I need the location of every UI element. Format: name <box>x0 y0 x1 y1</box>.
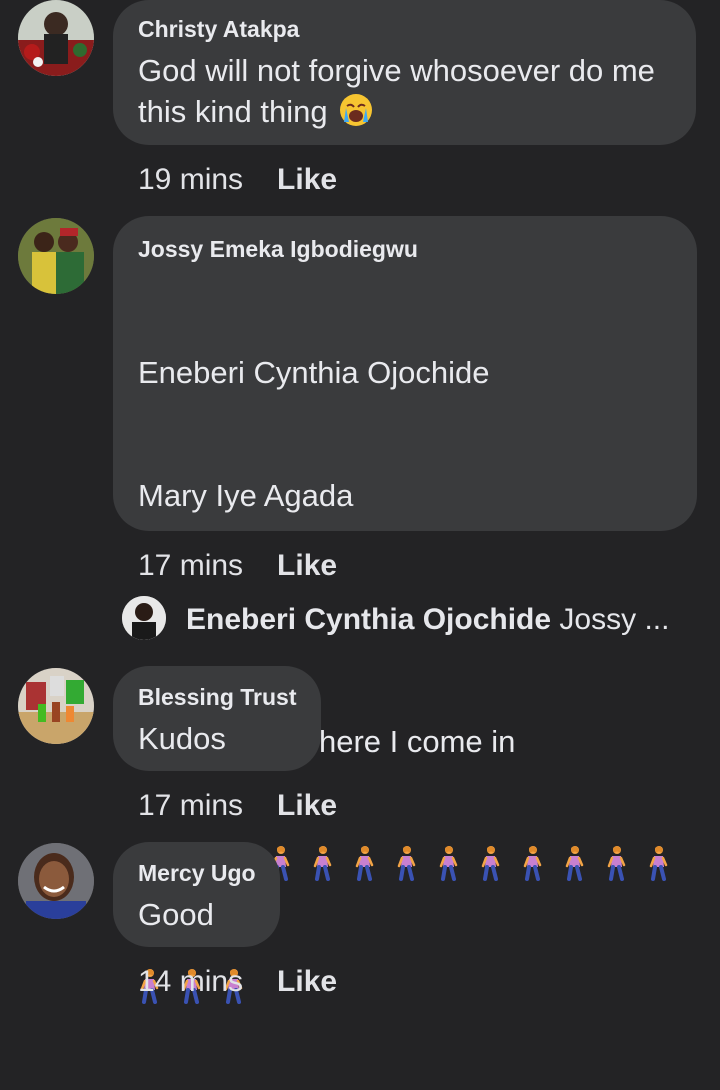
reply-author: Eneberi Cynthia Ojochide <box>186 603 552 636</box>
woman-walking-icon <box>605 845 627 881</box>
woman-walking-icon <box>521 845 543 881</box>
woman-walking-icon <box>395 845 417 881</box>
comment-text: Kudos <box>138 721 226 756</box>
comment-christy-atakpa: Christy Atakpa God will not forgive whos… <box>0 0 720 200</box>
comment-bubble: Mercy Ugo Good <box>113 842 280 947</box>
comment-author[interactable]: Jossy Emeka Igbodiegwu <box>138 234 671 264</box>
woman-walking-icon <box>563 845 585 881</box>
woman-walking-icon <box>647 845 669 881</box>
comment-meta: 14 mins Like <box>138 964 337 1000</box>
like-button[interactable]: Like <box>277 549 337 582</box>
comment-text-line[interactable]: Mary Iye Agada <box>138 475 671 516</box>
avatar[interactable] <box>18 0 94 76</box>
avatar[interactable] <box>18 843 94 919</box>
comment-author[interactable]: Mercy Ugo <box>138 858 256 888</box>
comment-author[interactable]: Christy Atakpa <box>138 14 670 44</box>
comment-time[interactable]: 19 mins <box>138 163 243 196</box>
comment-text-content: God will not forgive whosoever do me thi… <box>138 53 664 129</box>
crying-face-icon <box>338 92 374 128</box>
avatar <box>122 596 166 640</box>
avatar[interactable] <box>18 218 94 294</box>
reply-text: Eneberi Cynthia Ojochide Jossy ... <box>186 602 669 638</box>
comment-text: God will not forgive whosoever do me thi… <box>138 50 670 132</box>
woman-walking-icon <box>437 845 459 881</box>
comment-bubble: Jossy Emeka Igbodiegwu Eneberi Cynthia O… <box>113 216 697 1004</box>
comment-time[interactable]: 17 mins <box>138 789 243 822</box>
comment-meta: 17 mins Like <box>138 548 337 584</box>
like-button[interactable]: Like <box>277 163 337 196</box>
comment-text-line[interactable]: Eneberi Cynthia Ojochide <box>138 352 671 393</box>
comment-author[interactable]: Blessing Trust <box>138 682 296 712</box>
like-button[interactable]: Like <box>277 965 337 998</box>
comment-text: Good <box>138 897 214 932</box>
like-button[interactable]: Like <box>277 789 337 822</box>
comment-meta: 17 mins Like <box>138 788 337 824</box>
reply-preview-text: Jossy ... <box>559 603 670 636</box>
woman-walking-icon <box>479 845 501 881</box>
comment-meta: 19 mins Like <box>138 162 337 198</box>
avatar[interactable] <box>18 668 94 744</box>
woman-walking-icon <box>353 845 375 881</box>
comment-time[interactable]: 17 mins <box>138 549 243 582</box>
comment-bubble: Christy Atakpa God will not forgive whos… <box>113 0 696 145</box>
comment-time[interactable]: 14 mins <box>138 965 243 998</box>
comment-bubble: Blessing Trust Kudos <box>113 666 321 771</box>
woman-walking-icon <box>311 845 333 881</box>
